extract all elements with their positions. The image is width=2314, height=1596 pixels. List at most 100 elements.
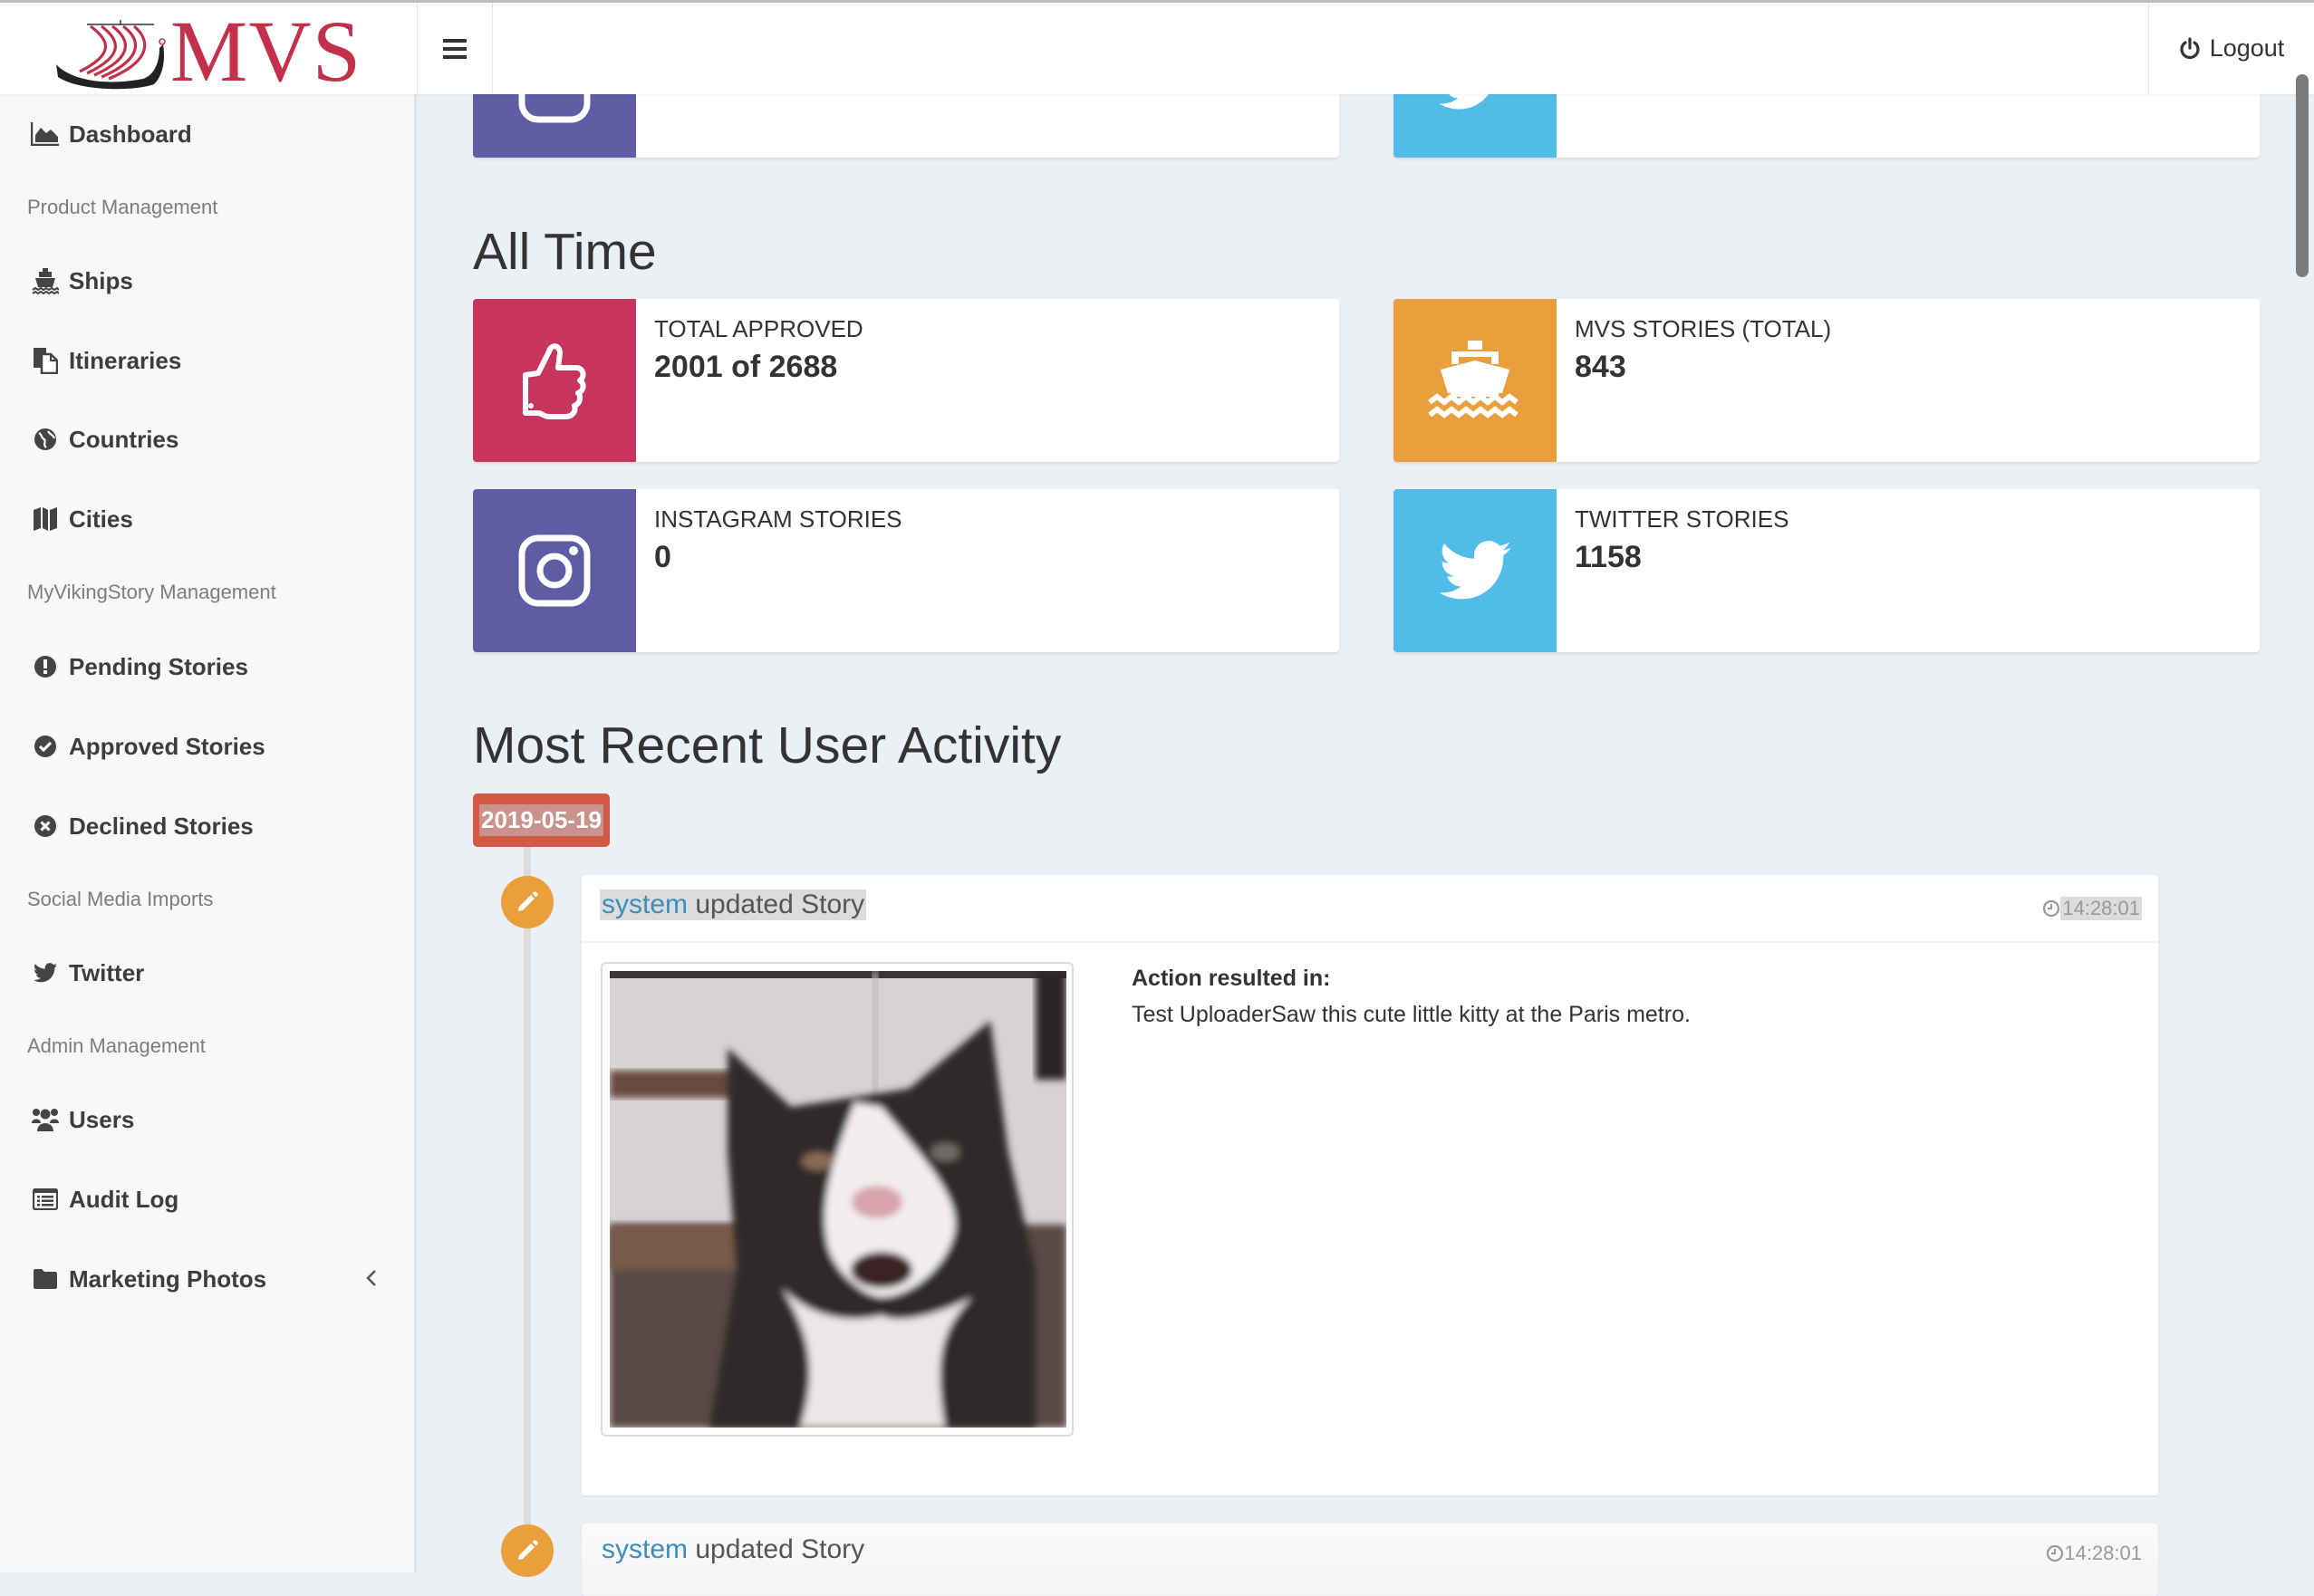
- logout-label: Logout: [2209, 34, 2285, 62]
- cat-photo-illustration: [610, 971, 1066, 1428]
- sidebar-toggle-button[interactable]: [417, 3, 493, 94]
- twitter-icon-box: [1393, 489, 1557, 652]
- exclamation-circle-icon: [31, 652, 60, 681]
- power-icon: [2180, 36, 2200, 59]
- ship-icon: [31, 266, 60, 295]
- stat-value: 0: [654, 540, 671, 574]
- time-value: 14:28:01: [2064, 1542, 2142, 1564]
- twitter-icon: [31, 958, 60, 987]
- timeline-item: system updated Story 14:28:01: [582, 1524, 2158, 1596]
- stat-card-mvs-stories: MVS STORIES (TOTAL) 843: [1393, 299, 2260, 462]
- sidebar-item-label: Marketing Photos: [69, 1264, 267, 1293]
- logout-button[interactable]: Logout: [2148, 3, 2314, 94]
- all-time-heading: All Time: [473, 223, 657, 281]
- instagram-icon-box: [473, 94, 636, 158]
- sidebar-item-twitter[interactable]: Twitter: [0, 946, 414, 1000]
- sidebar: Dashboard Product Management Ships Itine…: [0, 94, 417, 1572]
- user-link[interactable]: system: [602, 1534, 688, 1564]
- sidebar-item-countries[interactable]: Countries: [0, 412, 414, 466]
- sidebar-heading-myvikingstory-management: MyVikingStory Management: [27, 581, 276, 603]
- copy-files-icon: [31, 346, 60, 375]
- timeline-item-title: system updated Story: [600, 889, 867, 920]
- sidebar-item-cities[interactable]: Cities: [0, 492, 414, 546]
- sidebar-item-label: Declined Stories: [69, 812, 254, 840]
- timeline-marker: [501, 876, 554, 928]
- user-link[interactable]: system: [602, 889, 688, 919]
- stat-card-instagram-stories: INSTAGRAM STORIES 0: [473, 489, 1339, 652]
- sidebar-item-itineraries[interactable]: Itineraries: [0, 333, 414, 388]
- story-thumbnail[interactable]: [601, 962, 1074, 1437]
- sidebar-heading-product-management: Product Management: [27, 196, 218, 218]
- chevron-left-icon: [365, 1264, 378, 1293]
- instagram-icon: [518, 94, 591, 123]
- sidebar-heading-admin-management: Admin Management: [27, 1034, 206, 1057]
- twitter-icon: [1439, 94, 1489, 110]
- action-text: updated Story: [695, 889, 865, 919]
- timeline-item-title: system updated Story: [600, 1534, 866, 1565]
- folder-icon: [31, 1264, 60, 1293]
- sidebar-item-audit-log[interactable]: Audit Log: [0, 1172, 414, 1226]
- timeline-date: 2019-05-19: [479, 804, 603, 836]
- clock-icon: [2043, 899, 2060, 918]
- action-result-label: Action resulted in:: [1132, 966, 1331, 991]
- timeline-item-time: 14:28:01: [2046, 1542, 2142, 1565]
- timeline-marker: [501, 1524, 554, 1577]
- clock-icon: [2047, 1544, 2064, 1562]
- sidebar-item-users[interactable]: Users: [0, 1092, 414, 1147]
- stat-card-total-approved: TOTAL APPROVED 2001 of 2688: [473, 299, 1339, 462]
- twitter-icon-box: [1393, 94, 1557, 158]
- times-circle-icon: [31, 812, 60, 841]
- stat-value: 2001 of 2688: [654, 350, 838, 384]
- sidebar-item-label: Twitter: [69, 958, 145, 986]
- stat-label: INSTAGRAM STORIES: [654, 505, 902, 533]
- ship-icon-box: [1393, 299, 1557, 462]
- area-chart-icon: [31, 120, 60, 149]
- sidebar-item-dashboard[interactable]: Dashboard: [0, 107, 414, 161]
- twitter-icon: [1439, 541, 1511, 600]
- page-scrollbar-thumb[interactable]: [2296, 74, 2309, 277]
- ship-icon: [1428, 341, 1519, 418]
- brand-logo[interactable]: MVS: [0, 3, 417, 100]
- action-result-text: Test UploaderSaw this cute little kitty …: [1132, 1002, 1691, 1027]
- timeline-date-badge: 2019-05-19: [473, 793, 610, 847]
- brand-name: MVS: [170, 3, 362, 100]
- timeline-line: [524, 847, 531, 1572]
- thumbs-up-icon-box: [473, 299, 636, 462]
- sidebar-item-label: Audit Log: [69, 1185, 179, 1213]
- stat-value: 843: [1575, 350, 1626, 384]
- stat-card-twitter-partial: [1393, 94, 2260, 158]
- stat-value: 1158: [1575, 540, 1642, 574]
- stat-card-instagram-partial: [473, 94, 1339, 158]
- window-top-border: [0, 0, 2314, 3]
- sidebar-item-pending-stories[interactable]: Pending Stories: [0, 639, 414, 694]
- globe-icon: [31, 425, 60, 454]
- sidebar-item-label: Countries: [69, 425, 179, 453]
- sidebar-item-label: Dashboard: [69, 120, 192, 148]
- sidebar-item-label: Approved Stories: [69, 732, 265, 760]
- check-circle-icon: [31, 732, 60, 761]
- timeline-item: system updated Story 14:28:01: [582, 875, 2158, 1495]
- timeline-item-header: system updated Story 14:28:01: [582, 1524, 2158, 1590]
- sidebar-item-marketing-photos[interactable]: Marketing Photos: [0, 1252, 414, 1306]
- stat-card-twitter-stories: TWITTER STORIES 1158: [1393, 489, 2260, 652]
- sidebar-item-ships[interactable]: Ships: [0, 254, 414, 308]
- sidebar-heading-social-media-imports: Social Media Imports: [27, 888, 214, 910]
- timeline-item-time: 14:28:01: [2042, 897, 2142, 920]
- action-text: updated Story: [695, 1534, 865, 1564]
- pencil-icon: [518, 1540, 538, 1560]
- sidebar-item-label: Itineraries: [69, 346, 182, 374]
- sidebar-item-approved-stories[interactable]: Approved Stories: [0, 719, 414, 774]
- sidebar-item-label: Ships: [69, 266, 133, 294]
- map-icon: [31, 505, 60, 534]
- recent-activity-heading: Most Recent User Activity: [473, 716, 1062, 774]
- stat-label: MVS STORIES (TOTAL): [1575, 315, 1832, 342]
- hamburger-icon: [443, 38, 467, 59]
- instagram-icon: [518, 534, 591, 607]
- cat-photo: [610, 971, 1066, 1428]
- users-icon: [31, 1105, 60, 1134]
- stat-label: TOTAL APPROVED: [654, 315, 863, 342]
- sidebar-item-label: Pending Stories: [69, 652, 248, 680]
- top-navbar: MVS Logout: [0, 3, 2314, 100]
- sidebar-item-declined-stories[interactable]: Declined Stories: [0, 799, 414, 853]
- time-value: 14:28:01: [2060, 897, 2142, 920]
